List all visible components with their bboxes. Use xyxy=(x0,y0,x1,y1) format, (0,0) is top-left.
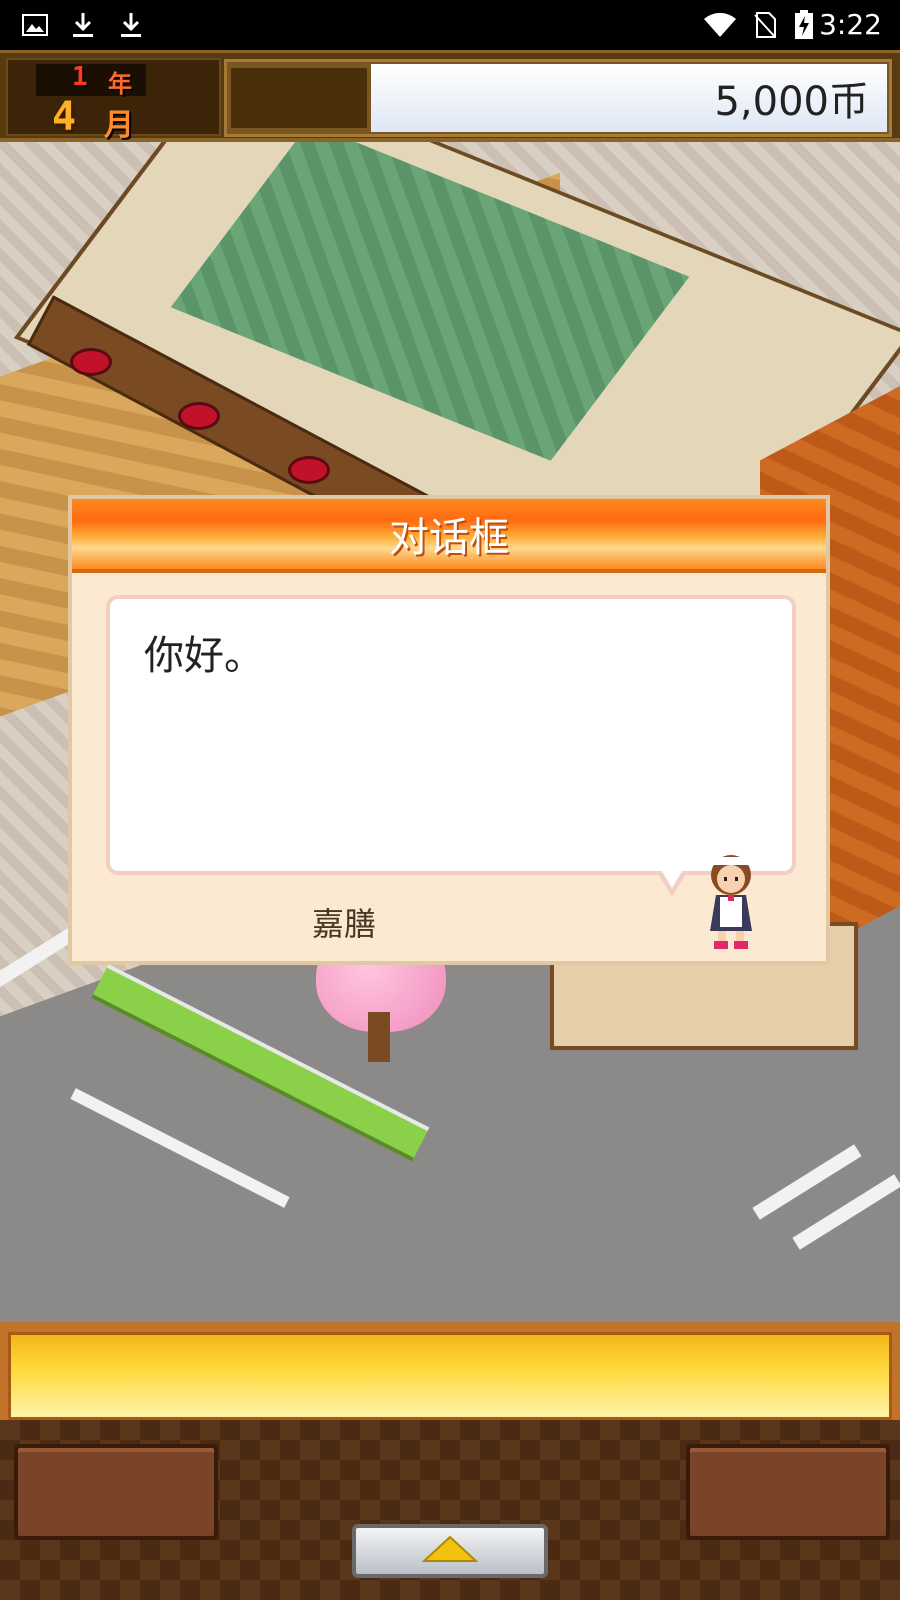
no-sim-icon xyxy=(750,10,780,40)
top-hud: 1 年 4 月 5,000币 xyxy=(0,50,900,143)
right-menu-button[interactable] xyxy=(686,1444,890,1540)
image-icon xyxy=(20,10,50,40)
status-bar: 3:22 xyxy=(0,0,900,50)
dialog-message-bubble: 你好。 xyxy=(106,595,796,875)
dialog-title: 对话框 xyxy=(72,499,826,573)
date-display[interactable]: 1 年 4 月 xyxy=(6,58,221,143)
dialog-box[interactable]: 对话框 你好。 嘉膳 xyxy=(68,495,830,965)
left-menu-button[interactable] xyxy=(14,1444,218,1540)
bottom-panel xyxy=(0,1420,900,1600)
money-frame-left xyxy=(231,68,367,128)
stool xyxy=(288,456,330,484)
maid-character-icon xyxy=(696,851,766,951)
month-number: 4 xyxy=(52,94,77,140)
battery-charging-icon xyxy=(792,10,816,40)
month-unit: 月 xyxy=(104,108,134,143)
expand-menu-button[interactable] xyxy=(352,1524,548,1578)
message-bar xyxy=(0,1322,900,1420)
stool xyxy=(70,348,112,376)
speaker-name: 嘉膳 xyxy=(312,905,377,943)
money-frame: 5,000币 xyxy=(224,59,892,137)
status-time: 3:22 xyxy=(819,8,882,41)
money-display[interactable]: 5,000币 xyxy=(371,64,887,132)
year-unit: 年 xyxy=(108,70,132,98)
wifi-icon xyxy=(700,10,740,40)
tree-trunk xyxy=(368,1012,390,1062)
message-bar-inner xyxy=(8,1332,892,1420)
bubble-tail-inner xyxy=(660,868,684,888)
download-icon xyxy=(116,10,146,40)
year-number: 1 xyxy=(72,62,88,92)
stool xyxy=(178,402,220,430)
dialog-message: 你好。 xyxy=(144,633,264,679)
download-icon xyxy=(68,10,98,40)
road-marking xyxy=(70,1088,290,1208)
triangle-up-icon xyxy=(421,1535,479,1567)
